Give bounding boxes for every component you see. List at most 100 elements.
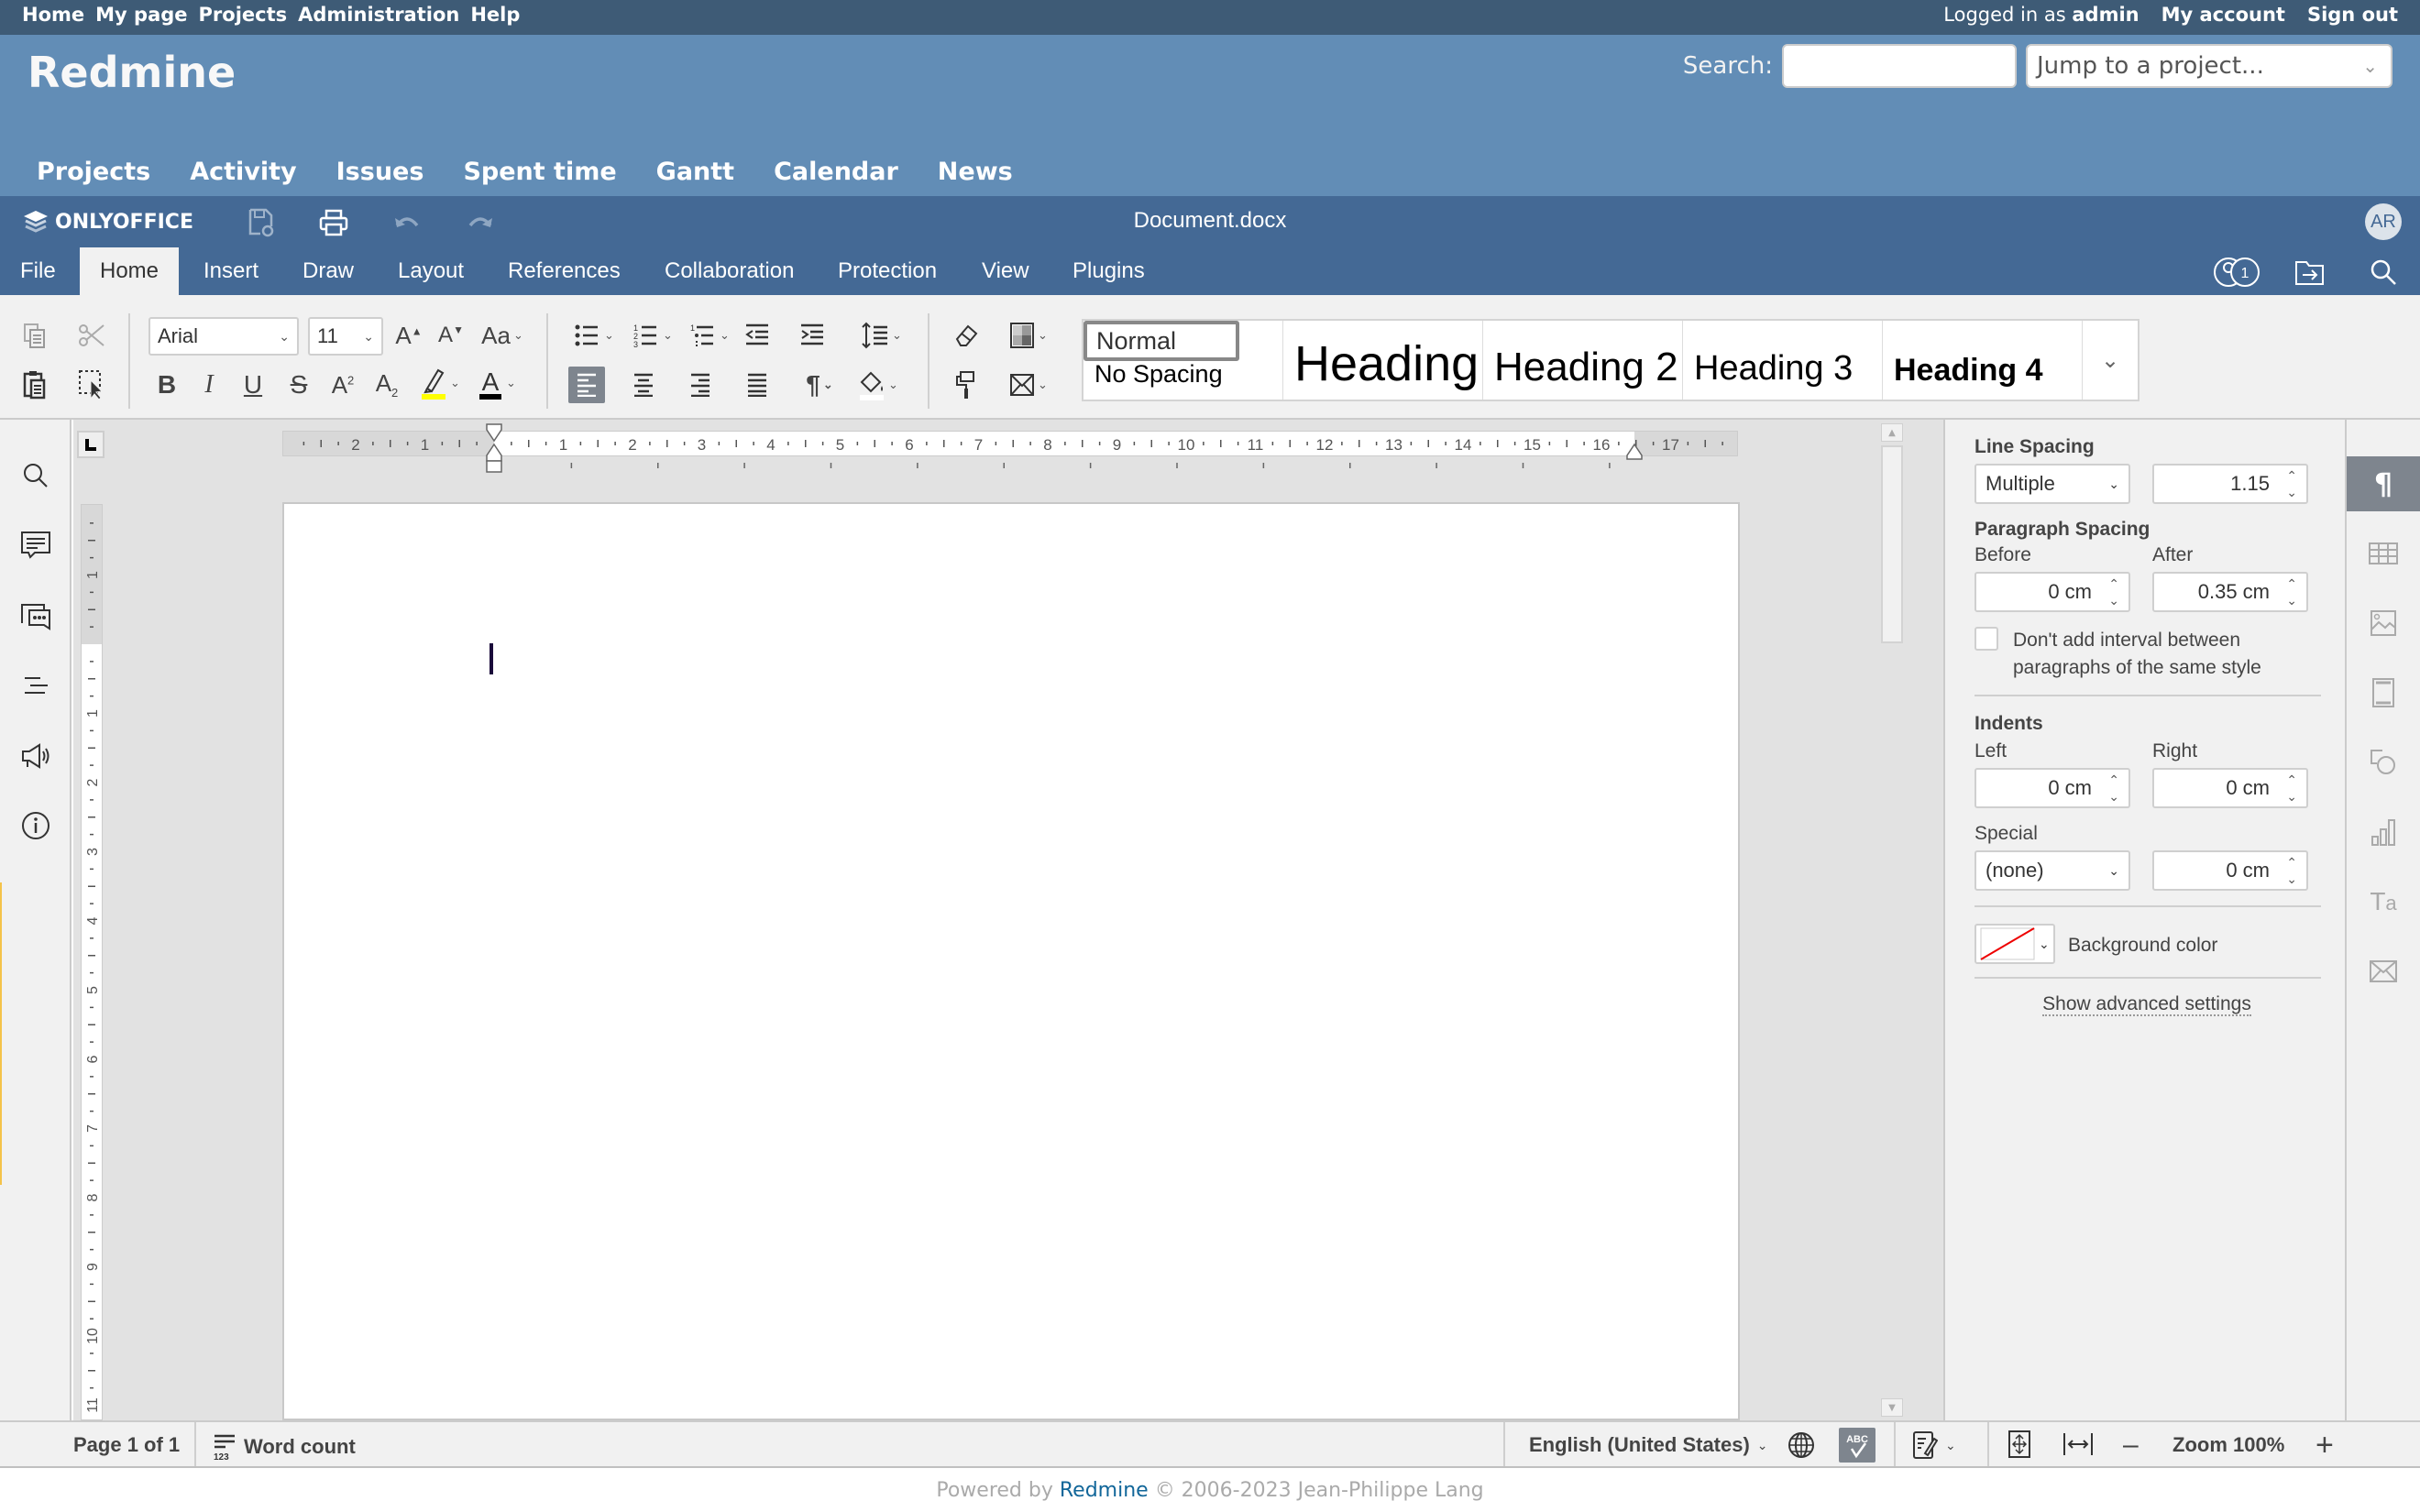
style-heading-3[interactable]: Heading 3: [1683, 321, 1883, 400]
tab-plugins[interactable]: Plugins: [1052, 247, 1165, 295]
zoom-in-button[interactable]: +: [2316, 1428, 2334, 1463]
superscript-button[interactable]: A2: [324, 367, 361, 403]
spinner-arrows-icon[interactable]: ⌃ ⌄: [2108, 575, 2119, 608]
line-spacing-button[interactable]: ⌄: [856, 317, 908, 354]
my-account-link[interactable]: My account: [2162, 4, 2285, 26]
align-left-button[interactable]: [568, 367, 605, 403]
table-settings-tab[interactable]: [2347, 526, 2420, 581]
comments-button[interactable]: [16, 526, 55, 564]
main-menu-projects[interactable]: Projects: [37, 158, 150, 186]
spacing-after-input[interactable]: 0.35 cm ⌃ ⌄: [2152, 572, 2308, 612]
main-menu-calendar[interactable]: Calendar: [774, 158, 898, 186]
image-settings-tab[interactable]: [2347, 596, 2420, 651]
special-indent-select[interactable]: (none) ⌄: [1974, 850, 2130, 891]
justify-button[interactable]: [739, 367, 776, 403]
style-heading-4[interactable]: Heading 4: [1883, 321, 2083, 400]
collaborators-button[interactable]: 1: [2211, 255, 2266, 290]
top-menu-help[interactable]: Help: [470, 4, 520, 26]
decrease-font-button[interactable]: A▼: [433, 317, 469, 354]
about-button[interactable]: [16, 806, 55, 845]
style-heading-2[interactable]: Heading 2: [1483, 321, 1683, 400]
tab-home[interactable]: Home: [80, 247, 180, 295]
font-name-select[interactable]: Arial ⌄: [148, 317, 299, 356]
align-center-button[interactable]: [625, 367, 662, 403]
styles-more-button[interactable]: ⌄: [2083, 321, 2138, 400]
spinner-arrows-icon[interactable]: ⌃ ⌄: [2286, 772, 2297, 805]
sign-out-link[interactable]: Sign out: [2307, 4, 2398, 26]
vertical-ruler[interactable]: 1 1 2 3 4 5 6 7 8 9 10 11: [81, 504, 103, 1420]
decrease-indent-button[interactable]: [739, 317, 776, 354]
chat-button[interactable]: [16, 597, 55, 636]
strikethrough-button[interactable]: S: [280, 367, 317, 403]
align-right-button[interactable]: [682, 367, 719, 403]
highlight-color-button[interactable]: ⌄: [414, 365, 466, 401]
find-button[interactable]: [16, 456, 55, 495]
jump-to-project-select[interactable]: Jump to a project... ⌄: [2026, 44, 2392, 88]
scrollbar-thumb[interactable]: [1881, 445, 1903, 643]
fit-to-width-button[interactable]: [2062, 1431, 2094, 1457]
mail-merge-button[interactable]: ⌄: [1003, 367, 1054, 403]
mail-merge-settings-tab[interactable]: [2347, 944, 2420, 999]
site-title[interactable]: Redmine: [28, 48, 236, 97]
italic-button[interactable]: I: [191, 367, 227, 403]
search-button[interactable]: [2361, 255, 2405, 290]
copy-button[interactable]: [16, 317, 53, 354]
top-menu-home[interactable]: Home: [22, 4, 84, 26]
feedback-button[interactable]: [16, 737, 55, 775]
left-indent-input[interactable]: 0 cm ⌃ ⌄: [1974, 768, 2130, 808]
show-advanced-settings-link[interactable]: Show advanced settings: [2042, 993, 2251, 1016]
shape-settings-tab[interactable]: [2347, 735, 2420, 790]
top-menu-administration[interactable]: Administration: [298, 4, 459, 26]
tab-stop-selector[interactable]: [77, 431, 104, 458]
chart-settings-tab[interactable]: [2347, 805, 2420, 860]
tab-protection[interactable]: Protection: [818, 247, 957, 295]
scroll-up-button[interactable]: ▲: [1881, 423, 1903, 442]
tab-file[interactable]: File: [0, 247, 76, 295]
spinner-arrows-icon[interactable]: ⌃ ⌄: [2286, 575, 2297, 608]
user-avatar[interactable]: AR: [2365, 203, 2402, 240]
tab-collaboration[interactable]: Collaboration: [644, 247, 814, 295]
main-menu-activity[interactable]: Activity: [190, 158, 296, 186]
copy-style-button[interactable]: [948, 367, 984, 403]
clear-style-button[interactable]: [948, 317, 984, 354]
special-indent-input[interactable]: 0 cm ⌃ ⌄: [2152, 850, 2308, 891]
tab-references[interactable]: References: [488, 247, 641, 295]
top-menu-my-page[interactable]: My page: [95, 4, 187, 26]
main-menu-news[interactable]: News: [938, 158, 1013, 186]
nonprinting-characters-button[interactable]: ¶ ⌄: [794, 367, 845, 403]
text-language-button[interactable]: [1788, 1431, 1815, 1459]
document-language-select[interactable]: English (United States) ⌄: [1529, 1433, 1768, 1457]
style-normal[interactable]: Normal: [1084, 321, 1239, 361]
spinner-arrows-icon[interactable]: ⌃ ⌄: [2286, 854, 2297, 887]
zoom-out-button[interactable]: –: [2123, 1430, 2139, 1461]
logged-in-user[interactable]: admin: [2072, 4, 2139, 26]
line-spacing-value-input[interactable]: 1.15 ⌃ ⌄: [2152, 464, 2308, 504]
spell-check-toggle[interactable]: ABC: [1839, 1428, 1876, 1463]
line-spacing-type-select[interactable]: Multiple ⌄: [1974, 464, 2130, 504]
word-count-button[interactable]: 123 Word count: [213, 1433, 356, 1461]
bold-button[interactable]: B: [148, 367, 185, 403]
tab-view[interactable]: View: [962, 247, 1050, 295]
underline-button[interactable]: U: [235, 367, 271, 403]
font-size-select[interactable]: 11 ⌄: [308, 317, 383, 356]
open-file-location-button[interactable]: [2288, 255, 2332, 290]
paragraph-settings-tab[interactable]: ¶: [2347, 456, 2420, 511]
change-case-button[interactable]: Aa ⌄: [477, 317, 528, 354]
track-changes-button[interactable]: ⌄: [1912, 1430, 1956, 1461]
multilevel-list-button[interactable]: 1 ⌄: [684, 317, 735, 354]
main-menu-spent-time[interactable]: Spent time: [463, 158, 616, 186]
shading-button[interactable]: ⌄: [852, 367, 904, 403]
tab-insert[interactable]: Insert: [183, 247, 279, 295]
main-menu-gantt[interactable]: Gantt: [656, 158, 734, 186]
document-page[interactable]: [282, 502, 1740, 1420]
select-all-button[interactable]: [73, 367, 110, 403]
fit-to-page-button[interactable]: [2008, 1430, 2031, 1459]
dont-add-interval-checkbox[interactable]: [1974, 627, 1998, 651]
font-color-button[interactable]: A ⌄: [471, 365, 522, 401]
spacing-before-input[interactable]: 0 cm ⌃ ⌄: [1974, 572, 2130, 612]
cut-button[interactable]: [73, 317, 110, 354]
top-menu-projects[interactable]: Projects: [199, 4, 288, 26]
search-input[interactable]: [1782, 44, 2017, 88]
horizontal-ruler[interactable]: 2 1 1 2 3 4 5 6 7 8 9 10 11 12 13 14 15 16 17: [282, 423, 1738, 473]
tab-draw[interactable]: Draw: [282, 247, 374, 295]
